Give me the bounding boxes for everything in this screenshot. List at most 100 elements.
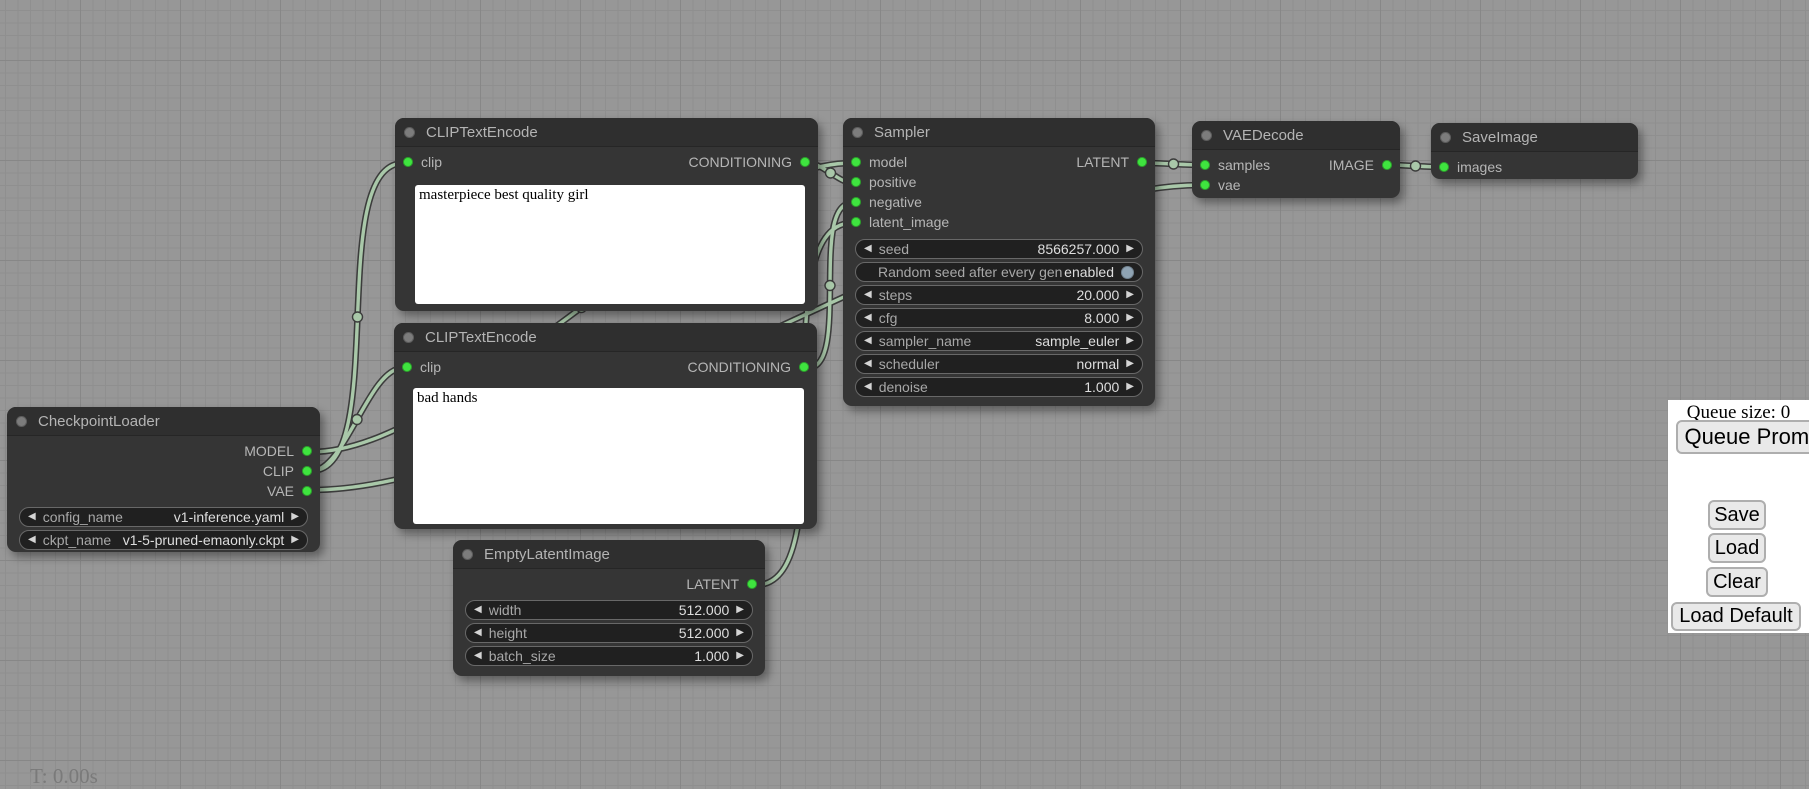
input-port-images[interactable] xyxy=(1439,162,1449,172)
node-cliptextencode-negative[interactable]: CLIPTextEncode clip CONDITIONING bad han… xyxy=(394,323,817,529)
node-title-bar[interactable]: CLIPTextEncode xyxy=(395,118,818,147)
execution-timer-label: T: 0.00s xyxy=(30,764,98,789)
widget-sampler-name[interactable]: ◀ sampler_name sample_euler ▶ xyxy=(855,331,1143,351)
widget-denoise[interactable]: ◀ denoise 1.000 ▶ xyxy=(855,377,1143,397)
decrement-arrow-icon[interactable]: ◀ xyxy=(864,244,872,254)
widget-seed[interactable]: ◀ seed 8566257.000 ▶ xyxy=(855,239,1143,259)
output-port-vae[interactable] xyxy=(302,486,312,496)
widget-cfg[interactable]: ◀ cfg 8.000 ▶ xyxy=(855,308,1143,328)
output-port-clip[interactable] xyxy=(302,466,312,476)
node-sampler[interactable]: Sampler model LATENT positive negative l… xyxy=(843,118,1155,406)
input-port-clip[interactable] xyxy=(403,157,413,167)
increment-arrow-icon[interactable]: ▶ xyxy=(736,628,744,638)
increment-arrow-icon[interactable]: ▶ xyxy=(291,512,299,522)
widget-value: 512.000 xyxy=(679,602,730,618)
comfyui-graph-canvas[interactable]: { "canvas": { "timer_text": "T: 0.00s" }… xyxy=(0,0,1809,782)
widget-steps[interactable]: ◀ steps 20.000 ▶ xyxy=(855,285,1143,305)
decrement-arrow-icon[interactable]: ◀ xyxy=(28,512,36,522)
output-port-conditioning[interactable] xyxy=(799,362,809,372)
decrement-arrow-icon[interactable]: ◀ xyxy=(474,628,482,638)
increment-arrow-icon[interactable]: ▶ xyxy=(736,605,744,615)
input-port-clip[interactable] xyxy=(402,362,412,372)
output-port-image[interactable] xyxy=(1382,160,1392,170)
node-title: EmptyLatentImage xyxy=(484,546,610,563)
node-title-bar[interactable]: Sampler xyxy=(843,118,1155,147)
widget-label: seed xyxy=(879,241,1038,257)
decrement-arrow-icon[interactable]: ◀ xyxy=(474,605,482,615)
collapse-dot-icon[interactable] xyxy=(1440,132,1451,143)
widget-label: sampler_name xyxy=(879,333,1036,349)
input-port-positive[interactable] xyxy=(851,177,861,187)
load-button[interactable]: Load xyxy=(1708,533,1766,563)
widget-value: 1.000 xyxy=(1084,379,1119,395)
decrement-arrow-icon[interactable]: ◀ xyxy=(864,290,872,300)
widget-width[interactable]: ◀ width 512.000 ▶ xyxy=(465,600,753,620)
input-port-samples[interactable] xyxy=(1200,160,1210,170)
node-saveimage[interactable]: SaveImage images xyxy=(1431,123,1638,179)
widget-value: enabled xyxy=(1064,264,1114,280)
widget-value: 8.000 xyxy=(1084,310,1119,326)
increment-arrow-icon[interactable]: ▶ xyxy=(1126,244,1134,254)
increment-arrow-icon[interactable]: ▶ xyxy=(1126,382,1134,392)
decrement-arrow-icon[interactable]: ◀ xyxy=(28,535,36,545)
node-vaedecode[interactable]: VAEDecode samples IMAGE vae xyxy=(1192,121,1400,198)
node-title-bar[interactable]: VAEDecode xyxy=(1192,121,1400,150)
node-title-bar[interactable]: EmptyLatentImage xyxy=(453,540,765,569)
node-checkpointloader[interactable]: CheckpointLoader MODEL CLIP VAE ◀ config… xyxy=(7,407,320,552)
collapse-dot-icon[interactable] xyxy=(1201,130,1212,141)
load-default-button[interactable]: Load Default xyxy=(1671,602,1801,631)
input-label: negative xyxy=(869,194,922,210)
decrement-arrow-icon[interactable]: ◀ xyxy=(864,359,872,369)
queue-prompt-button[interactable]: Queue Prompt xyxy=(1676,420,1809,454)
widget-value: v1-inference.yaml xyxy=(174,509,285,525)
widget-scheduler[interactable]: ◀ scheduler normal ▶ xyxy=(855,354,1143,374)
widget-value: v1-5-pruned-emaonly.ckpt xyxy=(123,532,285,548)
widget-batch-size[interactable]: ◀ batch_size 1.000 ▶ xyxy=(465,646,753,666)
widget-label: steps xyxy=(879,287,1077,303)
input-port-vae[interactable] xyxy=(1200,180,1210,190)
increment-arrow-icon[interactable]: ▶ xyxy=(736,651,744,661)
save-button[interactable]: Save xyxy=(1708,500,1766,530)
toggle-indicator-icon[interactable] xyxy=(1121,266,1134,279)
output-label: VAE xyxy=(267,483,294,499)
collapse-dot-icon[interactable] xyxy=(852,127,863,138)
node-cliptextencode-positive[interactable]: CLIPTextEncode clip CONDITIONING masterp… xyxy=(395,118,818,311)
widget-config-name[interactable]: ◀ config_name v1-inference.yaml ▶ xyxy=(19,507,308,527)
widget-ckpt-name[interactable]: ◀ ckpt_name v1-5-pruned-emaonly.ckpt ▶ xyxy=(19,530,308,550)
collapse-dot-icon[interactable] xyxy=(403,332,414,343)
decrement-arrow-icon[interactable]: ◀ xyxy=(864,382,872,392)
input-port-latent-image[interactable] xyxy=(851,217,861,227)
node-title-bar[interactable]: CheckpointLoader xyxy=(7,407,320,436)
node-title-bar[interactable]: SaveImage xyxy=(1431,123,1638,152)
collapse-dot-icon[interactable] xyxy=(462,549,473,560)
output-port-model[interactable] xyxy=(302,446,312,456)
node-title-bar[interactable]: CLIPTextEncode xyxy=(394,323,817,352)
increment-arrow-icon[interactable]: ▶ xyxy=(1126,290,1134,300)
collapse-dot-icon[interactable] xyxy=(404,127,415,138)
increment-arrow-icon[interactable]: ▶ xyxy=(1126,313,1134,323)
input-label: samples xyxy=(1218,157,1270,173)
widget-label: batch_size xyxy=(489,648,695,664)
output-port-latent[interactable] xyxy=(747,579,757,589)
output-port-latent[interactable] xyxy=(1137,157,1147,167)
output-port-conditioning[interactable] xyxy=(800,157,810,167)
clear-button[interactable]: Clear xyxy=(1706,567,1768,597)
increment-arrow-icon[interactable]: ▶ xyxy=(1126,359,1134,369)
widget-label: width xyxy=(489,602,679,618)
positive-prompt-textarea[interactable]: masterpiece best quality girl xyxy=(415,185,805,304)
widget-height[interactable]: ◀ height 512.000 ▶ xyxy=(465,623,753,643)
decrement-arrow-icon[interactable]: ◀ xyxy=(474,651,482,661)
widget-random-seed-toggle[interactable]: Random seed after every gen enabled xyxy=(855,262,1143,282)
input-port-negative[interactable] xyxy=(851,197,861,207)
input-label: vae xyxy=(1218,177,1241,193)
decrement-arrow-icon[interactable]: ◀ xyxy=(864,313,872,323)
increment-arrow-icon[interactable]: ▶ xyxy=(1126,336,1134,346)
decrement-arrow-icon[interactable]: ◀ xyxy=(864,336,872,346)
input-port-model[interactable] xyxy=(851,157,861,167)
output-label: IMAGE xyxy=(1329,157,1374,173)
node-emptylatentimage[interactable]: EmptyLatentImage LATENT ◀ width 512.000 … xyxy=(453,540,765,676)
negative-prompt-textarea[interactable]: bad hands xyxy=(413,388,804,524)
increment-arrow-icon[interactable]: ▶ xyxy=(291,535,299,545)
collapse-dot-icon[interactable] xyxy=(16,416,27,427)
widget-label: config_name xyxy=(43,509,174,525)
